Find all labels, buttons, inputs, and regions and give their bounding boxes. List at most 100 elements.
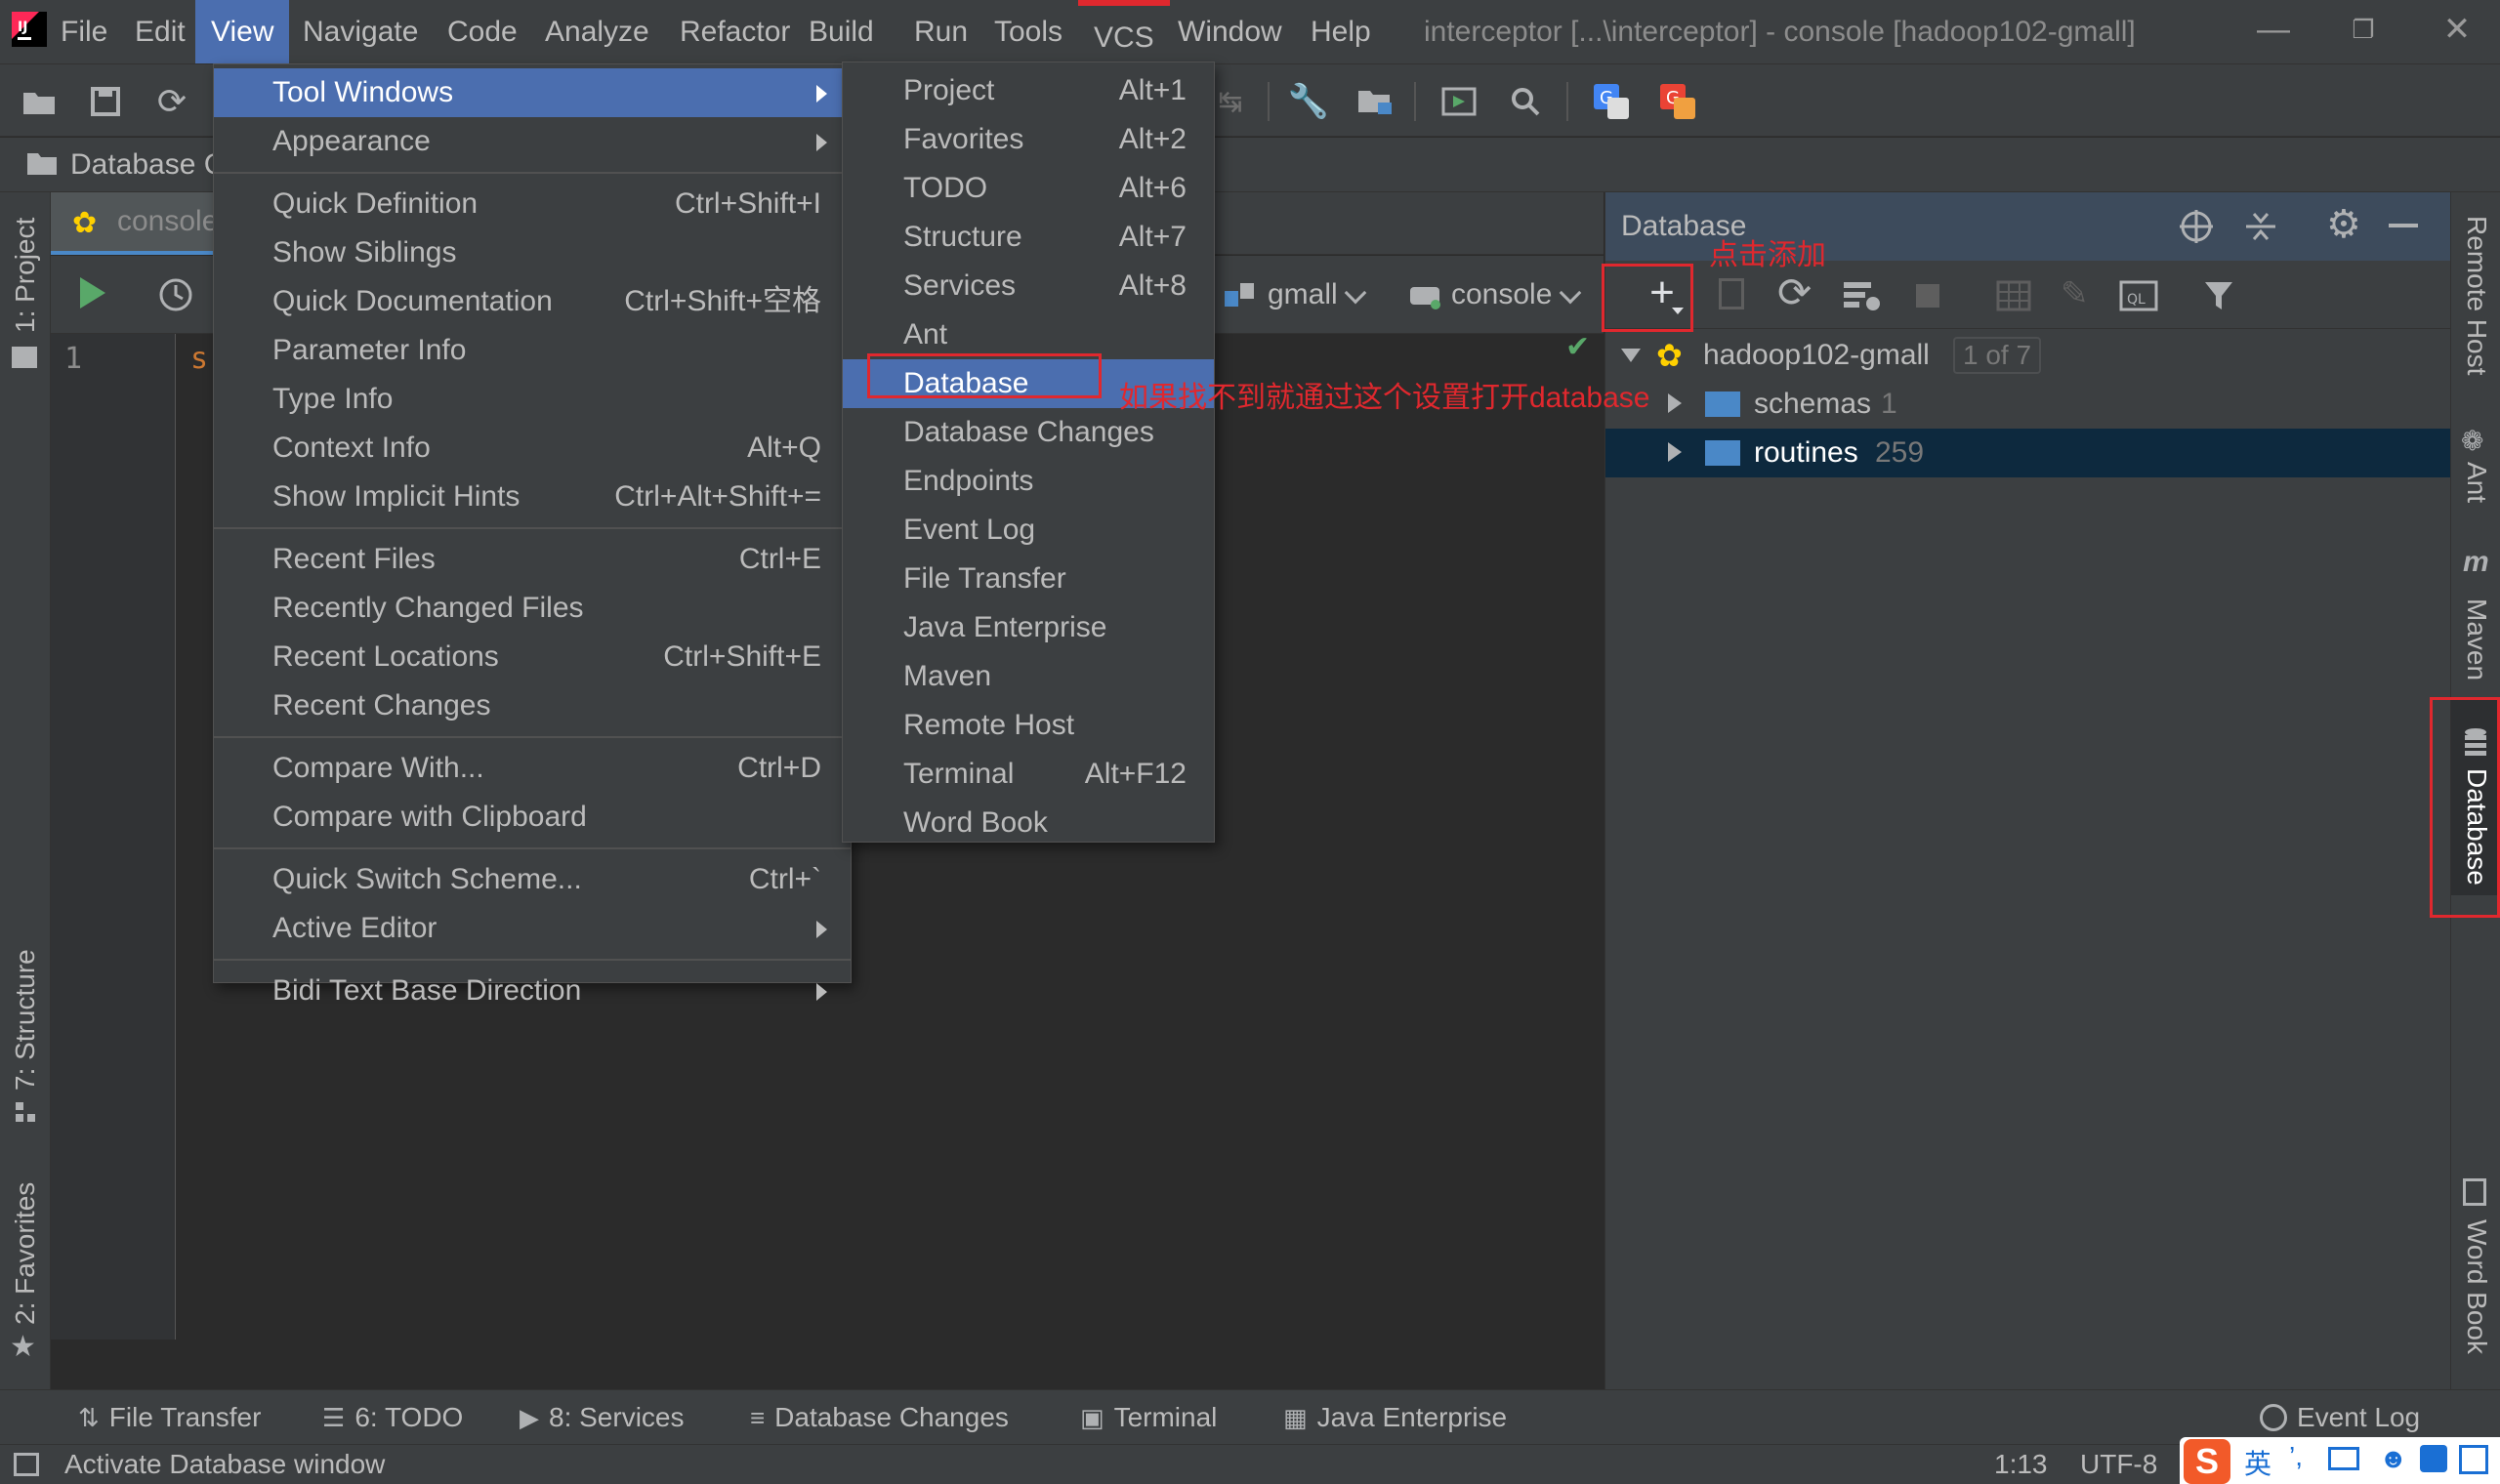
view-menu-item[interactable]: Recent Locations Ctrl+Shift+E — [214, 633, 851, 681]
stop-icon[interactable] — [1916, 284, 1939, 308]
session-selector[interactable]: console — [1451, 256, 1552, 334]
view-menu-item[interactable]: Quick Documentation Ctrl+Shift+空格 — [214, 277, 851, 326]
table-icon[interactable] — [1996, 280, 2031, 316]
view-menu-item[interactable]: Show Siblings — [214, 228, 851, 277]
bottom-tab-8-services[interactable]: ▶ 8: Services — [520, 1390, 685, 1445]
menu-refactor[interactable]: Refactor — [664, 0, 806, 63]
bottom-tab-6-todo[interactable]: ☰ 6: TODO — [322, 1390, 463, 1445]
tool-window-item-structure[interactable]: Structure Alt+7 — [843, 213, 1214, 262]
tool-window-item-remote-host[interactable]: Remote Host — [843, 701, 1214, 750]
menu-code[interactable]: Code — [432, 0, 533, 63]
filter-icon[interactable] — [2203, 280, 2234, 316]
save-icon[interactable] — [82, 78, 129, 125]
edit-icon[interactable]: ✎ — [2061, 274, 2089, 313]
ime-user-icon[interactable]: ☻ — [2379, 1443, 2407, 1474]
open-folder-icon[interactable] — [16, 78, 62, 125]
menu-edit[interactable]: Edit — [119, 0, 201, 63]
sogou-icon[interactable]: S — [2184, 1439, 2230, 1484]
tool-window-item-java-enterprise[interactable]: Java Enterprise — [843, 603, 1214, 652]
view-menu-item[interactable]: Appearance — [214, 117, 851, 166]
menu-help[interactable]: Help — [1295, 0, 1387, 63]
view-menu-item[interactable]: Compare with Clipboard — [214, 793, 851, 842]
chevron-down-icon[interactable] — [1344, 281, 1367, 305]
gear-icon[interactable]: ⚙ — [2326, 202, 2361, 247]
translate-icon[interactable]: G — [1588, 78, 1635, 125]
tool-window-item-endpoints[interactable]: Endpoints — [843, 457, 1214, 506]
tool-window-item-maven[interactable]: Maven — [843, 652, 1214, 701]
maven-tool-button[interactable]: Maven — [2461, 598, 2492, 680]
tool-window-item-project[interactable]: Project Alt+1 — [843, 66, 1214, 115]
collapsed-triangle-icon[interactable] — [1668, 442, 1682, 462]
menu-vcs[interactable]: VCS — [1078, 0, 1170, 63]
ime-punctuation-icon[interactable]: ’, — [2289, 1441, 2303, 1472]
ime-language[interactable]: 英 — [2244, 1443, 2271, 1482]
collapse-icon[interactable] — [2244, 210, 2277, 248]
ime-skin-icon[interactable] — [2420, 1445, 2447, 1472]
toggle-panels-icon[interactable] — [14, 1453, 39, 1476]
db-tree-node[interactable]: schemas 1 — [1605, 380, 2451, 429]
close-window-button[interactable]: ✕ — [2418, 0, 2496, 63]
view-menu-item[interactable]: Quick Definition Ctrl+Shift+I — [214, 180, 851, 228]
bottom-tab-java-enterprise[interactable]: ▦ Java Enterprise — [1283, 1390, 1507, 1445]
tool-window-item-services[interactable]: Services Alt+8 — [843, 262, 1214, 310]
view-menu-item[interactable]: Tool Windows — [214, 68, 851, 117]
remote-host-tool-button[interactable]: Remote Host — [2461, 216, 2492, 375]
minimize-button[interactable]: — — [2234, 0, 2312, 63]
bottom-tab-file-transfer[interactable]: ⇅ File Transfer — [78, 1390, 261, 1445]
view-menu-item[interactable]: Quick Switch Scheme... Ctrl+` — [214, 855, 851, 904]
history-icon[interactable] — [158, 277, 193, 317]
file-encoding[interactable]: UTF-8 — [2080, 1445, 2157, 1484]
db-tree-node[interactable]: ✿ hadoop102-gmall 1 of 7 — [1605, 331, 2451, 380]
copy-icon[interactable] — [1719, 278, 1744, 309]
view-menu-item[interactable]: Parameter Info — [214, 326, 851, 375]
expanded-triangle-icon[interactable] — [1621, 349, 1641, 362]
bottom-tab-database-changes[interactable]: ≡ Database Changes — [750, 1390, 1009, 1445]
hide-panel-icon[interactable] — [2389, 224, 2418, 227]
view-menu-item[interactable]: Show Implicit Hints Ctrl+Alt+Shift+= — [214, 473, 851, 521]
wrench-icon[interactable]: 🔧 — [1285, 78, 1332, 125]
menu-file[interactable]: File — [45, 0, 123, 63]
favorites-tool-button[interactable]: 2: Favorites — [10, 1182, 41, 1325]
tool-window-item-ant[interactable]: Ant — [843, 310, 1214, 359]
keyboard-icon[interactable] — [2328, 1447, 2359, 1470]
collapsed-triangle-icon[interactable] — [1668, 393, 1682, 413]
chevron-down-icon[interactable] — [1559, 281, 1582, 305]
menu-navigate[interactable]: Navigate — [287, 0, 434, 63]
view-menu-item[interactable]: Recently Changed Files — [214, 584, 851, 633]
tool-window-item-todo[interactable]: TODO Alt+6 — [843, 164, 1214, 213]
tool-window-item-word-book[interactable]: Word Book — [843, 799, 1214, 847]
view-menu-item[interactable]: Active Editor — [214, 904, 851, 953]
view-menu-item[interactable]: Type Info — [214, 375, 851, 424]
view-menu-item[interactable]: Recent Files Ctrl+E — [214, 535, 851, 584]
execute-icon[interactable] — [76, 275, 107, 315]
menu-window[interactable]: Window — [1162, 0, 1298, 63]
menu-view[interactable]: View — [195, 0, 290, 63]
tool-window-item-favorites[interactable]: Favorites Alt+2 — [843, 115, 1214, 164]
caret-position[interactable]: 1:13 — [1994, 1445, 2048, 1484]
tool-window-item-terminal[interactable]: Terminal Alt+F12 — [843, 750, 1214, 799]
refresh-icon[interactable]: ⟳ — [1777, 268, 1812, 316]
run-anything-icon[interactable] — [1436, 78, 1482, 125]
datasource-selector[interactable]: gmall — [1268, 256, 1338, 334]
word-book-tool-button[interactable]: Word Book — [2461, 1219, 2492, 1354]
view-menu-item[interactable]: Compare With... Ctrl+D — [214, 744, 851, 793]
breadcrumb[interactable]: Database C — [70, 138, 225, 192]
menu-tools[interactable]: Tools — [979, 0, 1078, 63]
view-menu-item[interactable]: Context Info Alt+Q — [214, 424, 851, 473]
bottom-tab-terminal[interactable]: ▣ Terminal — [1080, 1390, 1217, 1445]
datasource-count-badge[interactable]: 1 of 7 — [1953, 337, 2042, 374]
menu-build[interactable]: Build — [793, 0, 890, 63]
view-menu-item[interactable]: Bidi Text Base Direction — [214, 967, 851, 1015]
translate-replace-icon[interactable]: G — [1654, 78, 1701, 125]
view-menu-item[interactable]: Recent Changes — [214, 681, 851, 730]
menu-analyze[interactable]: Analyze — [529, 0, 665, 63]
db-tree-node[interactable]: routines 259 — [1605, 429, 2451, 477]
tool-window-item-event-log[interactable]: Event Log — [843, 506, 1214, 555]
project-structure-icon[interactable] — [1352, 78, 1398, 125]
query-console-icon[interactable]: QL — [2119, 280, 2158, 316]
ime-toolbox-icon[interactable] — [2459, 1445, 2488, 1474]
sync-icon[interactable]: ⟳ — [148, 78, 195, 125]
schema-settings-icon[interactable] — [1842, 278, 1883, 318]
ant-tool-button[interactable]: Ant — [2461, 462, 2492, 503]
structure-tool-button[interactable]: 7: Structure — [10, 949, 41, 1091]
